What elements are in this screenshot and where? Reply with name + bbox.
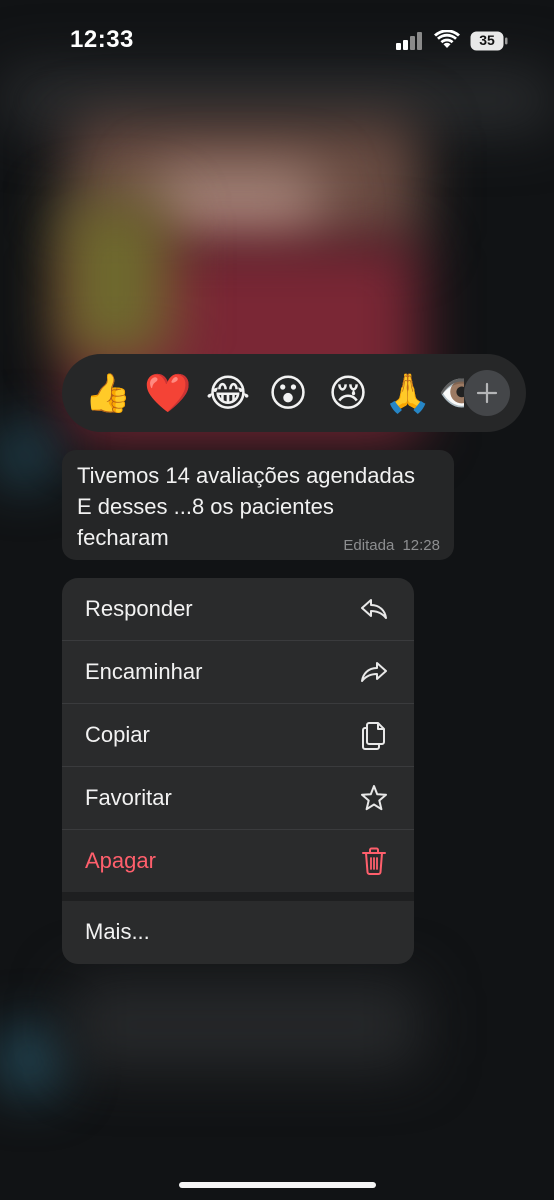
- clock: 12:33: [70, 26, 134, 53]
- menu-section-gap: [62, 892, 414, 901]
- reply-icon: [361, 599, 387, 619]
- forward-icon: [361, 662, 387, 682]
- more-reactions-button[interactable]: [464, 370, 510, 416]
- home-indicator[interactable]: [179, 1182, 376, 1188]
- menu-item-label: Mais...: [85, 919, 150, 944]
- wifi-icon: [434, 30, 460, 48]
- battery-indicator: 35: [470, 31, 508, 51]
- menu-item-label: Apagar: [85, 848, 156, 873]
- reaction-pray[interactable]: 🙏: [378, 363, 438, 423]
- menu-item-forward[interactable]: Encaminhar: [62, 641, 414, 703]
- reaction-laughing[interactable]: 😂: [198, 363, 258, 423]
- context-menu: Responder Encaminhar Copiar Favoritar Ap…: [62, 578, 414, 964]
- status-bar: 12:33 35: [0, 0, 554, 84]
- reaction-thumbs-up[interactable]: 👍: [78, 363, 138, 423]
- message-meta: Editada 12:28: [343, 537, 440, 554]
- menu-item-delete[interactable]: Apagar: [62, 830, 414, 892]
- star-icon: [361, 785, 387, 811]
- menu-item-star[interactable]: Favoritar: [62, 767, 414, 829]
- plus-icon: [476, 382, 498, 404]
- menu-item-reply[interactable]: Responder: [62, 578, 414, 640]
- reaction-heart[interactable]: ❤️: [138, 363, 198, 423]
- copy-icon: [362, 722, 385, 750]
- message-time: 12:28: [402, 537, 440, 554]
- menu-item-label: Encaminhar: [85, 659, 203, 684]
- menu-item-copy[interactable]: Copiar: [62, 704, 414, 766]
- battery-level: 35: [479, 32, 495, 48]
- trash-icon: [362, 847, 386, 875]
- cellular-signal-icon: [396, 32, 422, 50]
- reaction-surprised[interactable]: 😮: [258, 363, 318, 423]
- menu-item-more[interactable]: Mais...: [62, 901, 414, 963]
- edited-label: Editada: [343, 537, 395, 554]
- message-bubble[interactable]: Tivemos 14 avaliações agendadas E desses…: [62, 450, 454, 560]
- menu-item-label: Copiar: [85, 722, 150, 747]
- reaction-bar: 👍 ❤️ 😂 😮 😢 🙏 👁️: [62, 354, 526, 432]
- menu-item-label: Favoritar: [85, 785, 172, 810]
- reaction-crying[interactable]: 😢: [318, 363, 378, 423]
- menu-item-label: Responder: [85, 596, 193, 621]
- reaction-eye[interactable]: 👁️: [438, 363, 464, 423]
